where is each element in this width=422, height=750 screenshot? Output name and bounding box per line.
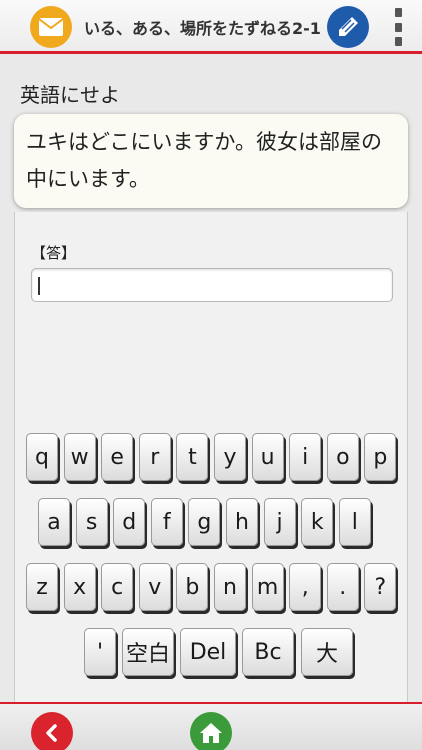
- key-q[interactable]: q: [26, 433, 58, 481]
- key-backspace[interactable]: Bc: [242, 628, 294, 676]
- text-caret: [38, 277, 40, 295]
- key-i[interactable]: i: [289, 433, 322, 481]
- app-screen: いる、ある、場所をたずねる2-1 英語にせよ ユキはどこにいますか。彼女は部屋の…: [0, 0, 422, 750]
- question-line-2: 中にいます。: [26, 167, 150, 191]
- key-h[interactable]: h: [226, 498, 258, 546]
- key-k[interactable]: k: [301, 498, 334, 546]
- key-g[interactable]: g: [188, 498, 221, 546]
- key-j[interactable]: j: [263, 498, 296, 546]
- key-s[interactable]: s: [75, 498, 108, 546]
- home-button[interactable]: [190, 712, 232, 750]
- key-space[interactable]: 空白: [122, 628, 174, 676]
- back-button[interactable]: [31, 712, 73, 750]
- key-r[interactable]: r: [138, 433, 171, 481]
- home-icon: [200, 723, 222, 743]
- key-p[interactable]: p: [364, 433, 397, 481]
- edit-button[interactable]: [327, 6, 369, 48]
- footer-bar: [0, 702, 422, 750]
- key-d[interactable]: d: [113, 498, 146, 546]
- answer-label: 【答】: [31, 244, 77, 262]
- chevron-left-icon: [46, 724, 57, 742]
- key-o[interactable]: o: [326, 433, 359, 481]
- more-vertical-icon: [394, 8, 402, 17]
- envelope-icon: [38, 18, 64, 36]
- key-b[interactable]: b: [176, 563, 209, 611]
- key-apostrophe[interactable]: ': [84, 628, 116, 676]
- key-z[interactable]: z: [26, 563, 58, 611]
- key-l[interactable]: l: [338, 498, 371, 546]
- key-m[interactable]: m: [251, 563, 284, 611]
- key-,[interactable]: ,: [289, 563, 322, 611]
- key-a[interactable]: a: [38, 498, 70, 546]
- key-w[interactable]: w: [63, 433, 96, 481]
- key-uppercase[interactable]: 大: [301, 628, 353, 676]
- key-y[interactable]: y: [214, 433, 246, 481]
- key-u[interactable]: u: [251, 433, 284, 481]
- question-line-1: ユキはどこにいますか。彼女は部屋の: [26, 130, 382, 154]
- answer-input[interactable]: [31, 268, 393, 302]
- key-n[interactable]: n: [214, 563, 246, 611]
- key-.[interactable]: .: [326, 563, 359, 611]
- pencil-icon: [339, 17, 358, 36]
- question-card: ユキはどこにいますか。彼女は部屋の 中にいます。: [14, 114, 408, 208]
- key-delete[interactable]: Del: [180, 628, 236, 676]
- header-bar: いる、ある、場所をたずねる2-1: [0, 0, 422, 54]
- key-e[interactable]: e: [101, 433, 134, 481]
- key-?[interactable]: ?: [364, 563, 397, 611]
- key-f[interactable]: f: [150, 498, 183, 546]
- key-c[interactable]: c: [101, 563, 134, 611]
- instruction-label: 英語にせよ: [20, 83, 120, 107]
- more-menu-button[interactable]: [392, 8, 404, 46]
- key-x[interactable]: x: [63, 563, 96, 611]
- key-t[interactable]: t: [176, 433, 209, 481]
- page-title: いる、ある、場所をたずねる2-1: [84, 19, 321, 38]
- key-v[interactable]: v: [138, 563, 171, 611]
- mail-button[interactable]: [30, 6, 72, 48]
